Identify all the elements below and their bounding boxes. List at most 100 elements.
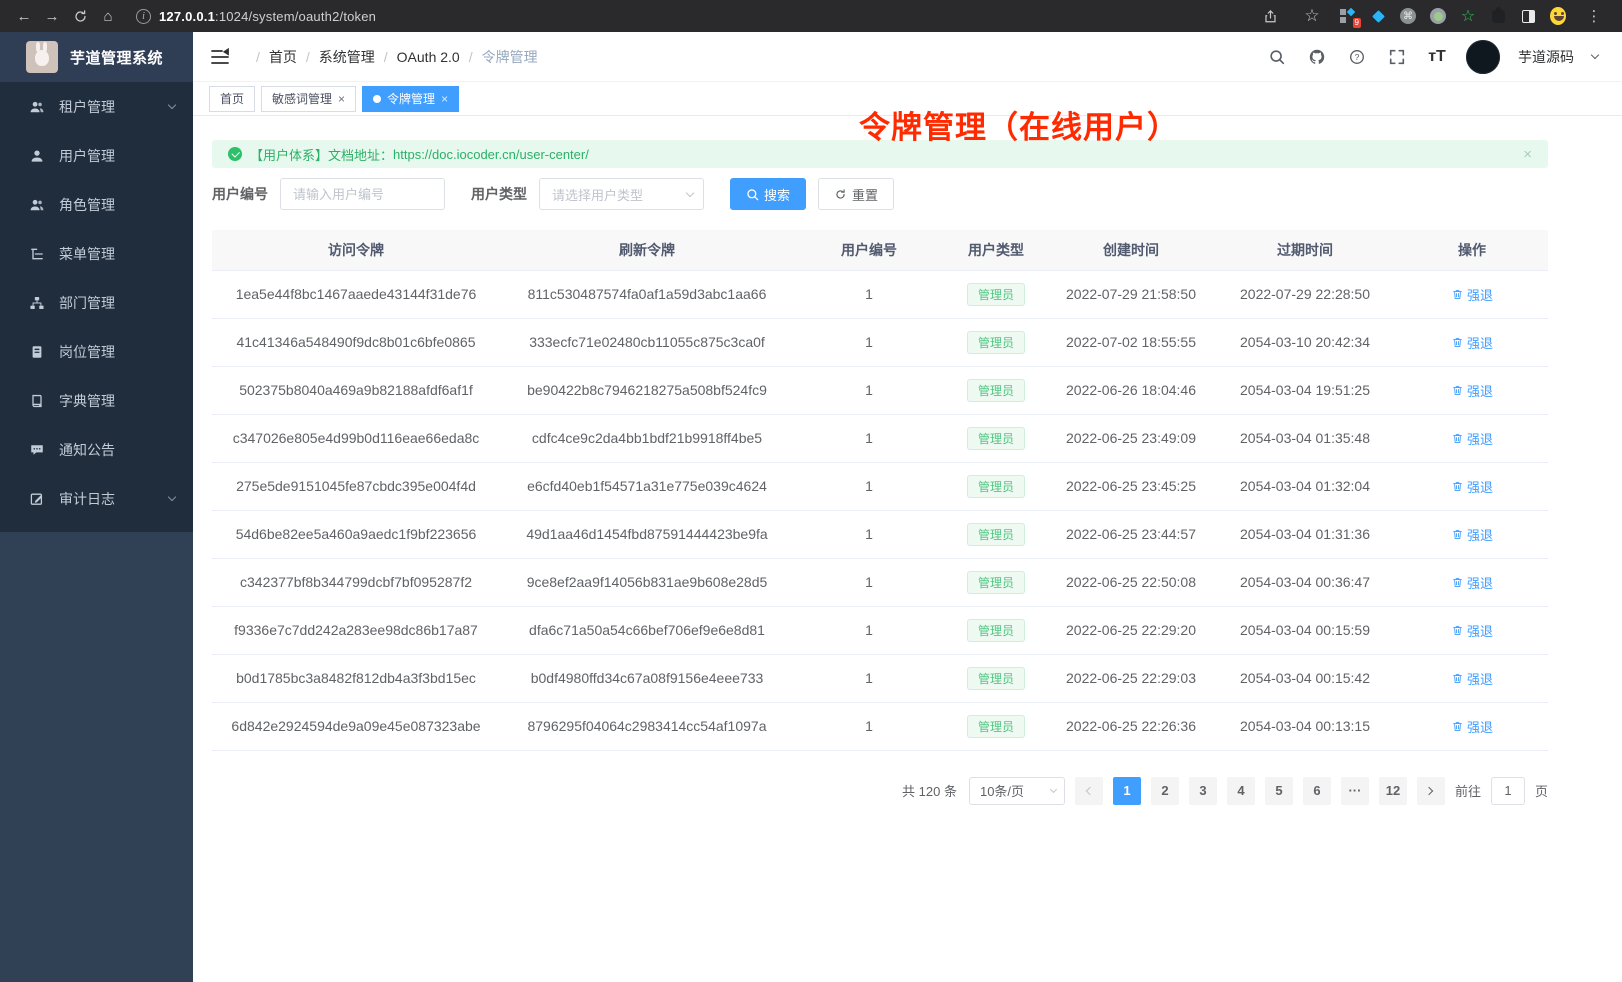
tab-close-icon[interactable]: × bbox=[441, 92, 448, 106]
expire-time-cell: 2054-03-04 01:35:48 bbox=[1214, 414, 1396, 462]
create-time-cell: 2022-06-25 23:44:57 bbox=[1048, 510, 1214, 558]
page-number-button[interactable]: 6 bbox=[1303, 777, 1331, 805]
force-logout-button[interactable]: 强退 bbox=[1451, 477, 1493, 496]
table-header-row: 访问令牌刷新令牌用户编号用户类型创建时间过期时间操作 bbox=[212, 230, 1548, 270]
user-avatar[interactable] bbox=[1466, 40, 1500, 74]
force-logout-button[interactable]: 强退 bbox=[1451, 381, 1493, 400]
sidebar-menu-item[interactable]: 通知公告 bbox=[0, 425, 193, 474]
extension-grid-icon[interactable]: 9 bbox=[1340, 8, 1356, 24]
alert-text: 【用户体系】文档地址： bbox=[250, 145, 393, 164]
user-id-cell: 1 bbox=[794, 366, 944, 414]
sidebar-menu-item[interactable]: 角色管理 bbox=[0, 180, 193, 229]
extension-gem-icon[interactable] bbox=[1370, 8, 1386, 24]
share-icon[interactable] bbox=[1256, 4, 1284, 28]
reload-icon[interactable] bbox=[66, 4, 94, 28]
side-panel-icon[interactable] bbox=[1520, 8, 1536, 24]
profile-avatar-icon[interactable] bbox=[1550, 8, 1566, 24]
breadcrumb-item[interactable]: / 首页 bbox=[247, 47, 297, 67]
user-type-cell: 管理员 bbox=[944, 606, 1048, 654]
force-logout-button[interactable]: 强退 bbox=[1451, 621, 1493, 640]
home-icon[interactable]: ⌂ bbox=[94, 4, 122, 28]
force-logout-button[interactable]: 强退 bbox=[1451, 573, 1493, 592]
next-page-button[interactable] bbox=[1417, 777, 1445, 805]
expire-time-cell: 2054-03-10 20:42:34 bbox=[1214, 318, 1396, 366]
table-row: 54d6be82ee5a460a9aedc1f9bf223656 49d1aa4… bbox=[212, 510, 1548, 558]
user-id-input[interactable] bbox=[280, 178, 445, 210]
search-icon[interactable] bbox=[1266, 46, 1288, 68]
sidebar-menu-item[interactable]: 菜单管理 bbox=[0, 229, 193, 278]
extension-star-icon[interactable]: ☆ bbox=[1460, 8, 1476, 24]
app-logo[interactable]: 芋道管理系统 bbox=[0, 32, 193, 82]
create-time-cell: 2022-06-26 18:04:46 bbox=[1048, 366, 1214, 414]
sidebar-menu-item[interactable]: 部门管理 bbox=[0, 278, 193, 327]
breadcrumb-item[interactable]: / 系统管理 bbox=[297, 47, 375, 67]
sidebar: 芋道管理系统 租户管理 用户管理 角色管理 bbox=[0, 32, 193, 982]
alert-doc-link[interactable]: https://doc.iocoder.cn/user-center/ bbox=[393, 147, 589, 162]
page-number-button[interactable]: 4 bbox=[1227, 777, 1255, 805]
breadcrumb-item[interactable]: / OAuth 2.0 bbox=[375, 49, 460, 65]
user-id-cell: 1 bbox=[794, 702, 944, 750]
tags-view: 首页 × 敏感词管理 × 令牌管理 × bbox=[193, 82, 1622, 116]
action-cell: 强退 bbox=[1396, 318, 1548, 366]
search-button[interactable]: 搜索 bbox=[730, 178, 806, 210]
action-cell: 强退 bbox=[1396, 702, 1548, 750]
tenants-icon bbox=[28, 98, 45, 115]
sidebar-menu-item[interactable]: 岗位管理 bbox=[0, 327, 193, 376]
create-time-cell: 2022-06-25 23:45:25 bbox=[1048, 462, 1214, 510]
sidebar-menu-item[interactable]: OAuth 2.0 bbox=[0, 523, 193, 532]
view-tab[interactable]: 敏感词管理 × bbox=[261, 86, 356, 112]
bookmark-star-icon[interactable]: ☆ bbox=[1298, 4, 1326, 28]
font-size-icon[interactable]: тT bbox=[1426, 46, 1448, 68]
tab-close-icon[interactable]: × bbox=[338, 92, 345, 106]
sidebar-menu-item[interactable]: 用户管理 bbox=[0, 131, 193, 180]
admin-tag: 管理员 bbox=[967, 523, 1025, 546]
page-number-button[interactable]: 3 bbox=[1189, 777, 1217, 805]
force-logout-button[interactable]: 强退 bbox=[1451, 285, 1493, 304]
breadcrumb-item[interactable]: / 令牌管理 bbox=[460, 47, 538, 67]
user-type-select[interactable]: 请选择用户类型 bbox=[539, 178, 704, 210]
address-bar[interactable]: 127.0.0.1:1024/system/oauth2/token bbox=[159, 9, 376, 24]
alert-close-icon[interactable]: × bbox=[1523, 146, 1532, 163]
site-info-icon[interactable]: i bbox=[136, 9, 151, 24]
user-id-cell: 1 bbox=[794, 606, 944, 654]
reset-button[interactable]: 重置 bbox=[818, 178, 894, 210]
prev-page-button[interactable] bbox=[1075, 777, 1103, 805]
user-type-cell: 管理员 bbox=[944, 366, 1048, 414]
user-type-label: 用户类型 bbox=[471, 184, 527, 204]
sidebar-menu-item[interactable]: 审计日志 bbox=[0, 474, 193, 523]
user-menu-caret-icon[interactable] bbox=[1591, 51, 1599, 59]
page-size-select[interactable]: 10条/页 bbox=[969, 777, 1065, 805]
page-number-button[interactable]: 12 bbox=[1379, 777, 1407, 805]
page-number-button[interactable]: ··· bbox=[1341, 777, 1369, 805]
extensions-puzzle-icon[interactable] bbox=[1490, 8, 1506, 24]
user-name[interactable]: 芋道源码 bbox=[1518, 47, 1574, 67]
refresh-token-cell: 811c530487574fa0af1a59d3abc1aa66 bbox=[500, 270, 794, 318]
goto-page-input[interactable] bbox=[1491, 777, 1525, 805]
page-number-button[interactable]: 1 bbox=[1113, 777, 1141, 805]
extension-command-icon[interactable]: ⌘ bbox=[1400, 8, 1416, 24]
user-type-cell: 管理员 bbox=[944, 702, 1048, 750]
sidebar-menu-item[interactable]: 字典管理 bbox=[0, 376, 193, 425]
sidebar-toggle-icon[interactable] bbox=[209, 46, 231, 68]
forward-icon[interactable]: → bbox=[38, 4, 66, 28]
fullscreen-icon[interactable] bbox=[1386, 46, 1408, 68]
user-id-cell: 1 bbox=[794, 318, 944, 366]
sidebar-menu-item[interactable]: 租户管理 bbox=[0, 82, 193, 131]
page-number-button[interactable]: 5 bbox=[1265, 777, 1293, 805]
force-logout-button[interactable]: 强退 bbox=[1451, 717, 1493, 736]
back-icon[interactable]: ← bbox=[10, 4, 38, 28]
force-logout-button[interactable]: 强退 bbox=[1451, 429, 1493, 448]
view-tab[interactable]: 首页 × bbox=[209, 86, 255, 112]
force-logout-button[interactable]: 强退 bbox=[1451, 333, 1493, 352]
page-number-button[interactable]: 2 bbox=[1151, 777, 1179, 805]
force-logout-button[interactable]: 强退 bbox=[1451, 669, 1493, 688]
refresh-token-cell: 49d1aa46d1454fbd87591444423be9fa bbox=[500, 510, 794, 558]
extension-record-icon[interactable] bbox=[1430, 8, 1446, 24]
table-row: c342377bf8b344799dcbf7bf095287f2 9ce8ef2… bbox=[212, 558, 1548, 606]
view-tab[interactable]: 令牌管理 × bbox=[362, 86, 459, 112]
github-icon[interactable] bbox=[1306, 46, 1328, 68]
access-token-cell: 502375b8040a469a9b82188afdf6af1f bbox=[212, 366, 500, 414]
browser-menu-icon[interactable]: ⋮ bbox=[1580, 4, 1608, 28]
help-icon[interactable]: ? bbox=[1346, 46, 1368, 68]
force-logout-button[interactable]: 强退 bbox=[1451, 525, 1493, 544]
